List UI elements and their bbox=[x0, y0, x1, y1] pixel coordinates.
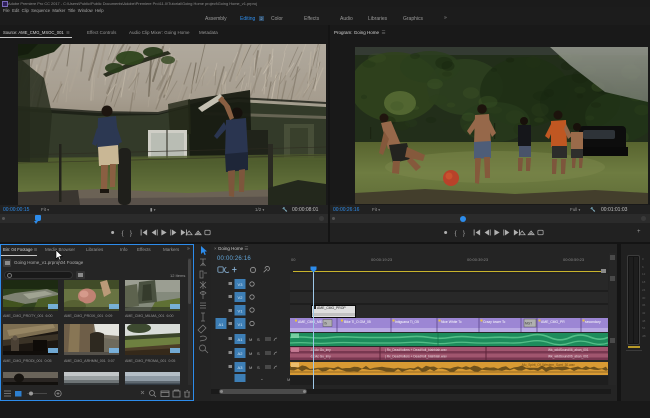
svg-text:Wk_wildSound06_aban_001: Wk_wildSound06_aban_001 bbox=[548, 347, 589, 351]
svg-text:{: { bbox=[455, 231, 457, 237]
svg-text:}: } bbox=[463, 231, 465, 237]
svg-text:A1: A1 bbox=[238, 337, 244, 342]
svg-text:V3: V3 bbox=[238, 282, 244, 287]
svg-text:{: { bbox=[122, 231, 124, 237]
svg-text:fx: fx bbox=[325, 321, 328, 325]
svg-text:AME_CMG_MED: AME_CMG_MED bbox=[298, 320, 325, 324]
svg-text:S: S bbox=[257, 365, 260, 370]
svg-text:M: M bbox=[249, 337, 252, 342]
svg-text:V1: V1 bbox=[238, 309, 244, 314]
svg-text:Mu_Spirit_Of_Western_Sarrt_30.: Mu_Spirit_Of_Western_Sarrt_30.wav bbox=[522, 363, 575, 367]
svg-text:}: } bbox=[130, 231, 132, 237]
svg-text:A2: A2 bbox=[238, 351, 244, 356]
svg-text:V1: V1 bbox=[238, 322, 244, 327]
svg-text:| Rx_DeadVolters + DeadVolt_bl: | Rx_DeadVolters + DeadVolt_blahblah.wav bbox=[385, 354, 447, 358]
svg-text:S: S bbox=[257, 337, 260, 342]
svg-text:MGT: MGT bbox=[525, 321, 532, 325]
svg-text:AME_CMG_PR: AME_CMG_PR bbox=[541, 320, 565, 324]
svg-text:Nice White Tc: Nice White Tc bbox=[441, 320, 462, 324]
svg-text:S: S bbox=[257, 351, 260, 356]
svg-text:V2: V2 bbox=[238, 295, 244, 300]
svg-text:secondary: secondary bbox=[585, 320, 601, 324]
svg-text:Crazy tower Tc: Crazy tower Tc bbox=[483, 320, 506, 324]
svg-text:M: M bbox=[249, 365, 252, 370]
svg-text:Intiguana Ti_O5: Intiguana Ti_O5 bbox=[395, 320, 419, 324]
svg-text:| Rx_DeadVolters + DeadVolt_bl: | Rx_DeadVolters + DeadVolt_blahblah.wav bbox=[385, 347, 447, 351]
svg-text:Bike Ti_O.OM_05: Bike Ti_O.OM_05 bbox=[344, 320, 371, 324]
svg-text:A1: A1 bbox=[219, 322, 225, 327]
svg-text:M: M bbox=[249, 351, 252, 356]
svg-text:Wk_wildSound06_aban_001: Wk_wildSound06_aban_001 bbox=[548, 354, 589, 358]
svg-text:A3: A3 bbox=[238, 365, 244, 370]
